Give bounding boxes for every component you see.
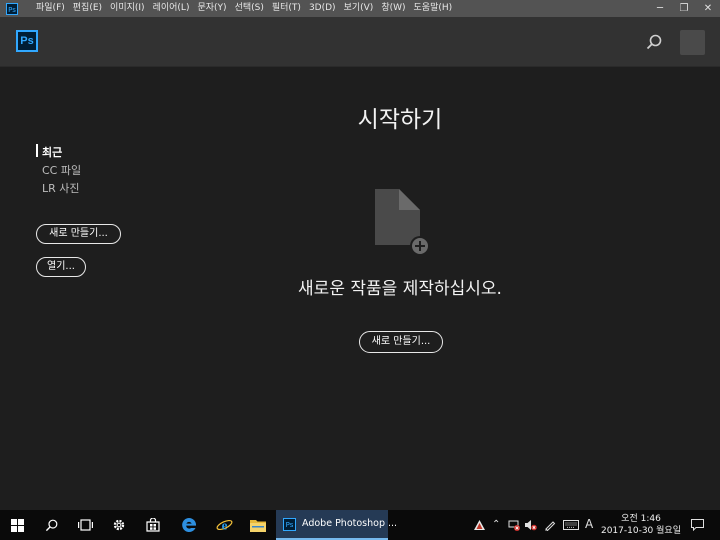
main-new-button[interactable]: 새로 만들기... — [359, 331, 443, 353]
search-icon — [45, 519, 57, 531]
chevron-up-icon[interactable]: ⌃ — [492, 519, 500, 530]
photoshop-taskbar-icon: Ps — [283, 518, 296, 531]
edge-browser-icon — [182, 517, 197, 532]
sidebar-open-button[interactable]: 열기... — [36, 257, 86, 277]
minimize-button[interactable]: ─ — [648, 0, 672, 17]
store-bag-icon — [146, 518, 160, 532]
settings-taskbar-button[interactable] — [102, 510, 136, 540]
active-indicator — [36, 144, 38, 157]
input-language-indicator[interactable]: A — [585, 517, 593, 531]
photoshop-app-icon[interactable]: Ps — [6, 2, 18, 15]
photoshop-taskbar-button[interactable]: Ps Adobe Photoshop ... — [276, 510, 397, 540]
menu-view[interactable]: 보기(V) — [344, 0, 374, 17]
menu-filter[interactable]: 필터(T) — [272, 0, 301, 17]
volume-muted-icon[interactable] — [524, 519, 537, 531]
network-disconnected-icon[interactable] — [508, 519, 520, 531]
task-view-button[interactable] — [68, 510, 102, 540]
photoshop-logo: Ps — [16, 30, 38, 52]
page-title: 시작하기 — [357, 107, 443, 133]
menu-layer[interactable]: 레이어(L) — [153, 0, 190, 17]
adobe-cc-tray-icon[interactable] — [474, 520, 485, 530]
sidebar-item-cc-files[interactable]: CC 파일 — [42, 162, 81, 178]
menu-select[interactable]: 선택(S) — [235, 0, 264, 17]
menubar: Ps 파일(F) 편집(E) 이미지(I) 레이어(L) 문자(Y) 선택(S)… — [0, 0, 720, 17]
keyboard-icon[interactable] — [563, 520, 579, 530]
window-controls: ─ ❐ ✕ — [648, 0, 720, 17]
clock-time: 오전 1:46 — [621, 514, 661, 524]
app-header: Ps — [0, 17, 720, 67]
sidebar-item-lr-photos[interactable]: LR 사진 — [42, 180, 80, 196]
file-explorer-taskbar-button[interactable] — [241, 510, 275, 540]
menu-window[interactable]: 창(W) — [381, 0, 405, 17]
new-document-icon — [375, 189, 430, 256]
sidebar-new-button[interactable]: 새로 만들기... — [36, 224, 121, 244]
folder-icon — [250, 519, 266, 532]
close-button[interactable]: ✕ — [696, 0, 720, 17]
restore-button[interactable]: ❐ — [672, 0, 696, 17]
photoshop-taskbar-label: Adobe Photoshop ... — [302, 518, 398, 529]
menu-edit[interactable]: 편집(E) — [73, 0, 102, 17]
start-button[interactable] — [0, 510, 34, 540]
taskbar: e Ps Adobe Photoshop ... ⌃ A 오전 1:46 201… — [0, 510, 720, 540]
taskbar-search-button[interactable] — [34, 510, 68, 540]
avatar[interactable] — [680, 30, 705, 55]
search-icon[interactable] — [646, 34, 662, 50]
task-view-icon — [77, 519, 93, 531]
create-headline: 새로운 작품을 제작하십시오. — [298, 279, 502, 299]
internet-explorer-icon: e — [216, 518, 232, 533]
gear-icon — [113, 519, 125, 531]
notification-center-icon[interactable] — [691, 519, 704, 531]
clock-date: 2017-10-30 월요일 — [600, 526, 681, 536]
ie-taskbar-button[interactable]: e — [207, 510, 241, 540]
sidebar-item-recent[interactable]: 최근 — [42, 144, 62, 160]
taskbar-clock[interactable]: 오전 1:46 2017-10-30 월요일 — [598, 513, 684, 537]
menu-type[interactable]: 문자(Y) — [197, 0, 226, 17]
windows-logo-icon — [10, 518, 24, 532]
svg-text:e: e — [221, 518, 227, 533]
edge-taskbar-button[interactable] — [172, 510, 206, 540]
pen-ink-icon[interactable] — [544, 519, 556, 531]
store-taskbar-button[interactable] — [136, 510, 170, 540]
menu-help[interactable]: 도움말(H) — [414, 0, 453, 17]
menu-3d[interactable]: 3D(D) — [309, 0, 336, 17]
menu-image[interactable]: 이미지(I) — [110, 0, 145, 17]
menu-file[interactable]: 파일(F) — [36, 0, 65, 17]
